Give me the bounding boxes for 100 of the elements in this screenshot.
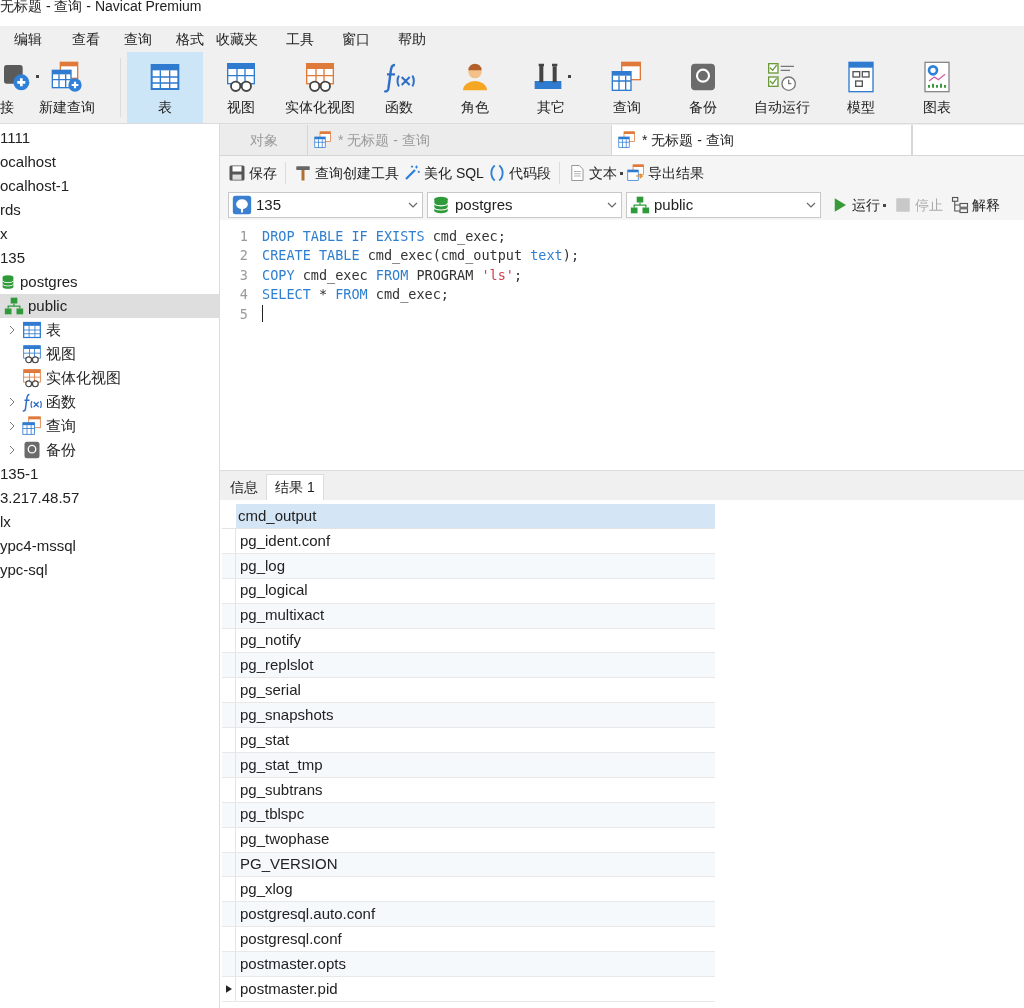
function-icon [22,392,42,412]
tree-item[interactable]: 表 [0,318,219,342]
tree-item[interactable]: ypc-sql [0,558,219,582]
tree-item[interactable]: ocalhost-1 [0,174,219,198]
model-icon [845,60,877,93]
table-cell-text: postgresql.conf [239,928,343,949]
tree-item[interactable]: 1111 [0,126,219,150]
editor-tab[interactable]: * 无标题 - 查询 [612,125,912,155]
menu-item[interactable]: 编辑 [12,28,44,50]
table-cell-text: pg_log [239,555,287,576]
table-plus-icon [51,60,83,93]
toolbar-button[interactable]: 解释 [949,194,1002,216]
result-tab[interactable]: 信息 [222,474,266,500]
toolbar-button[interactable]: 文本 [565,162,625,184]
menu-item[interactable]: 窗口 [340,28,372,50]
search-field[interactable] [912,125,1024,155]
table-cell-text: pg_notify [239,630,302,651]
code-line: DROP TABLE IF EXISTS cmd_exec; [262,226,506,246]
tree-item[interactable]: postgres [0,270,219,294]
line-number: 2 [238,246,249,266]
tree-item[interactable]: rds [0,198,219,222]
schema-icon [4,296,24,316]
schema-icon [630,195,650,215]
toolbar-button[interactable]: 函数 [361,52,437,123]
menu-item[interactable]: 查询 [122,28,154,50]
tree-item[interactable]: public [0,294,219,318]
code-line: COPY cmd_exec FROM PROGRAM 'ls'; [262,265,523,285]
table-cell-text: pg_ident.conf [239,530,332,551]
toolbar-button[interactable]: 代码段 [485,162,553,184]
table-icon [22,320,42,340]
toolbar-button[interactable]: 备份 [665,52,741,123]
table-cell-text: postmaster.opts [239,953,347,974]
table-cell-text: pg_multixact [239,605,326,626]
table-cell-text: pg_snapshots [239,704,335,725]
table-cell-text: postgresql.auto.conf [239,904,377,925]
table-cell-text: pg_twophase [239,829,331,850]
tree-item[interactable]: ypc4-mssql [0,534,219,558]
window-title: 无标题 - 查询 - Navicat Premium [0,0,202,13]
explain-icon [951,196,969,214]
query-icon [314,131,332,149]
tree-item[interactable]: 备份 [0,438,219,462]
tree-item[interactable]: 135 [0,246,219,270]
toolbar-button[interactable]: 自动运行 [741,52,823,123]
menu-item[interactable]: 帮助 [396,28,428,50]
tree-item[interactable]: 函数 [0,390,219,414]
menu-item[interactable]: 格式 [174,28,206,50]
table-cell-text: PG_VERSION [239,854,339,875]
toolbar-button[interactable]: 模型 [823,52,899,123]
dropdown-select[interactable]: public [626,192,821,218]
database-icon [431,195,451,215]
toolbar-button[interactable]: 其它 [513,52,589,123]
backup-icon [22,440,42,460]
tree-item[interactable]: ocalhost [0,150,219,174]
toolbar-button[interactable]: 美化 SQL [401,162,486,184]
code-line: SELECT * FROM cmd_exec; [262,285,449,305]
chart-icon [921,60,953,93]
dropdown-select[interactable]: postgres [427,192,622,218]
toolbar-button[interactable]: 导出结果 [624,162,706,184]
toolbar-button[interactable]: 接 [0,52,26,123]
tree-item[interactable]: lx [0,510,219,534]
table-glasses-icon [22,344,42,364]
table-cell-text: pg_xlog [239,879,294,900]
table-cell-text: pg_tblspc [239,804,306,825]
toolbar-button[interactable]: 表 [127,52,203,123]
tree-item[interactable]: 实体化视图 [0,366,219,390]
column-header[interactable]: cmd_output [236,504,715,529]
dropdown-select[interactable]: 135 [228,192,423,218]
table-cell-text: postmaster.pid [239,978,339,999]
line-number: 3 [238,265,249,285]
toolbar-button[interactable]: 查询创建工具 [292,162,401,184]
table-cell-text: pg_stat [239,729,291,750]
line-number: 1 [238,226,249,246]
tree-item[interactable]: 查询 [0,414,219,438]
toolbar-button[interactable]: 角色 [437,52,513,123]
menu-item[interactable]: 查看 [70,28,102,50]
toolbar-button[interactable]: 新建查询 [26,52,108,123]
menu-item[interactable]: 工具 [284,28,316,50]
tree-item[interactable]: x [0,222,219,246]
magic-wand-icon [403,164,421,182]
toolbar-button[interactable]: 保存 [226,162,279,184]
table-cell-text: pg_replslot [239,655,315,676]
table-cell-text: pg_subtrans [239,779,324,800]
toolbar-button[interactable]: 实体化视图 [279,52,361,123]
line-number: 5 [238,304,249,324]
menu-item[interactable]: 收藏夹 [214,28,260,50]
tree-item[interactable]: 3.217.48.57 [0,486,219,510]
code-line: CREATE TABLE cmd_exec(cmd_output text); [262,246,579,266]
result-tab[interactable]: 结果 1 [266,474,324,500]
table-cell-text: pg_stat_tmp [239,754,324,775]
tree-item[interactable]: 视图 [0,342,219,366]
tree-item[interactable]: 135-1 [0,462,219,486]
table-cell-text: pg_serial [239,680,302,701]
table-export-icon [626,164,645,182]
query-icon [611,60,643,93]
toolbar-button[interactable]: 视图 [203,52,279,123]
toolbar-button[interactable]: 图表 [899,52,975,123]
toolbar-button[interactable]: 运行 [829,194,888,216]
hammer-icon [294,164,312,182]
toolbar-button[interactable]: 查询 [589,52,665,123]
table-glasses-icon [225,60,257,93]
